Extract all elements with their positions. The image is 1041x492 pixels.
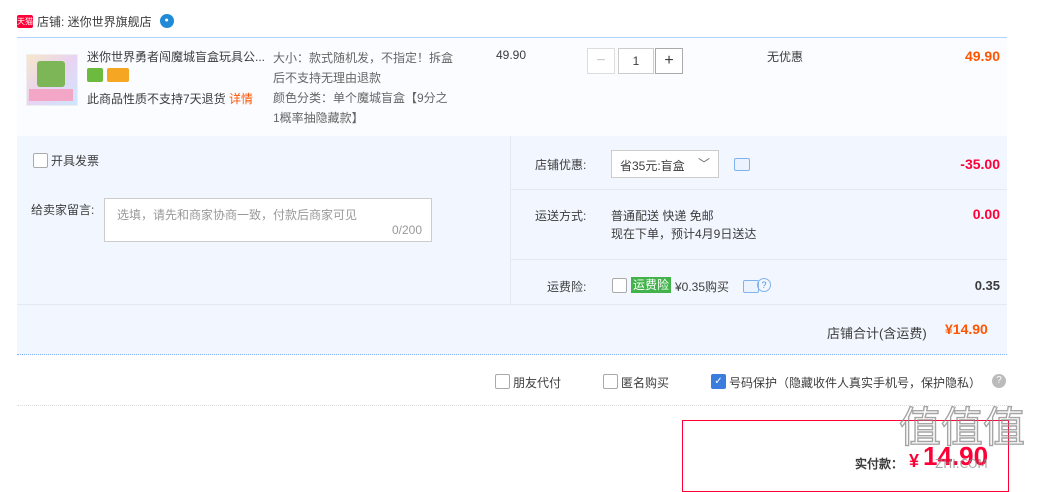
seller-message-input[interactable]: 选填，请先和商家协商一致，付款后商家可见 0/200 — [104, 198, 432, 242]
sku-line: 大小：款式随机发，不指定！拆盒 — [273, 51, 454, 65]
product-thumbnail[interactable] — [26, 54, 78, 106]
friend-pay-label[interactable]: 朋友代付 — [513, 374, 561, 391]
shop-name[interactable]: 店铺: 迷你世界旗舰店 — [37, 13, 152, 30]
divider — [510, 136, 511, 304]
message-label: 给卖家留言: — [31, 203, 95, 217]
friend-pay-checkbox[interactable] — [495, 374, 510, 389]
shipping-method-text: 普通配送 快递 免邮 — [611, 209, 714, 223]
shop-total-label: 店铺合计(含运费) — [827, 326, 927, 341]
credit-card-icon — [107, 68, 129, 82]
quantity-decrease-button[interactable]: − — [587, 48, 615, 74]
no-return-notice: 此商品性质不支持7天退货 详情 — [87, 90, 253, 107]
svg-text:ZHI.COM: ZHI.COM — [935, 457, 988, 471]
insurance-amount: 0.35 — [974, 278, 1000, 293]
no-return-text: 此商品性质不支持7天退货 — [87, 92, 226, 106]
shipping-label: 运送方式: — [535, 209, 587, 223]
invoice-checkbox[interactable] — [33, 153, 48, 168]
sku-line: 后不支持无理由退款 — [273, 71, 382, 85]
privacy-checkbox[interactable]: ✓ — [711, 374, 726, 389]
message-placeholder: 选填，请先和商家协商一致，付款后商家可见 — [117, 208, 358, 222]
help-icon[interactable]: ? — [992, 374, 1006, 388]
invoice-label[interactable]: 开具发票 — [51, 152, 99, 169]
shop-header: 天猫 店铺: 迷你世界旗舰店 ● — [17, 11, 174, 31]
quantity-increase-button[interactable]: + — [655, 48, 683, 74]
thumbnail-tag — [29, 89, 73, 101]
question-mark-icon[interactable]: ? — [757, 278, 771, 292]
sku-line: 1概率抽隐藏款】 — [273, 111, 364, 125]
watermark-logo: 值值值 ZHI.COM — [898, 402, 1025, 471]
privacy-label[interactable]: 号码保护（隐藏收件人真实手机号，保护隐私） — [729, 374, 981, 391]
divider — [511, 189, 1007, 190]
insurance-label: 运费险: — [547, 280, 587, 294]
item-subtotal: 49.90 — [964, 48, 1000, 64]
coupon-selected-value: 省35元:盲盒 — [620, 159, 685, 173]
message-char-count: 0/200 — [391, 223, 422, 237]
delivery-estimate: 现在下单，预计4月9日送达 — [611, 227, 757, 241]
coupon-label: 店铺优惠: — [535, 158, 587, 172]
product-title[interactable]: 迷你世界勇者闯魔城盲盒玩具公... — [87, 48, 267, 65]
shipping-method: 普通配送 快递 免邮 现在下单，预计4月9日送达 — [611, 207, 756, 243]
anonymous-checkbox[interactable] — [603, 374, 618, 389]
service-guarantee-icon — [87, 68, 103, 82]
unit-price: 49.90 — [496, 48, 527, 62]
divider — [511, 259, 1007, 260]
coupon-select[interactable]: 省35元:盲盒 ﹀ — [611, 150, 719, 178]
insurance-checkbox[interactable] — [612, 278, 627, 293]
shop-total-value: ¥14.90 — [945, 321, 988, 337]
sku-info: 大小：款式随机发，不指定！拆盒 后不支持无理由退款 颜色分类：单个魔城盲盒【9分… — [273, 48, 463, 128]
chat-bubble-icon[interactable] — [734, 158, 750, 171]
details-link[interactable]: 详情 — [229, 92, 253, 106]
chat-wangwang-icon[interactable]: ● — [159, 14, 174, 28]
shipping-fee: 0.00 — [972, 206, 1000, 222]
order-info-panel: 开具发票 给卖家留言: 选填，请先和商家协商一致，付款后商家可见 0/200 店… — [17, 136, 1007, 355]
item-discount: 无优惠 — [767, 50, 804, 64]
insurance-price: ¥0.35购买 — [675, 280, 730, 294]
sku-line: 颜色分类：单个魔城盲盒【9分之 — [273, 91, 448, 105]
insurance-badge: 运费险 — [631, 277, 672, 293]
quantity-input[interactable]: 1 — [618, 48, 654, 74]
svg-text:值值值: 值值值 — [899, 403, 1025, 452]
item-row: 迷你世界勇者闯魔城盲盒玩具公... 此商品性质不支持7天退货 详情 大小：款式随… — [17, 37, 1007, 136]
divider — [17, 304, 1007, 305]
divider — [17, 405, 1007, 406]
coupon-amount: -35.00 — [960, 156, 1000, 172]
chevron-down-icon: ﹀ — [697, 157, 710, 171]
thumbnail-art — [37, 61, 65, 87]
anonymous-label[interactable]: 匿名购买 — [621, 374, 669, 391]
tmall-badge-icon: 天猫 — [17, 14, 33, 28]
